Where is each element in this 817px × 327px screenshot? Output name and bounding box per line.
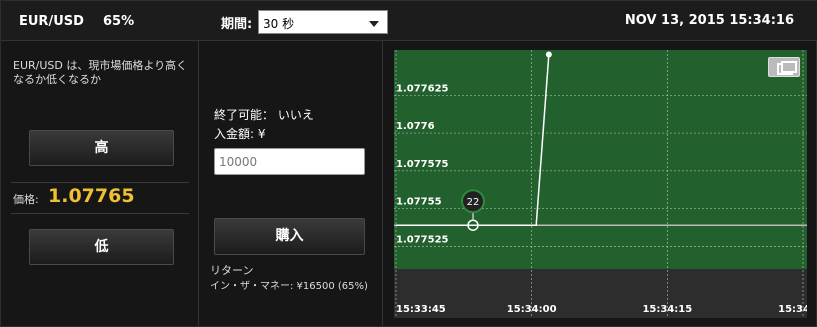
y-tick-label: 1.0776 xyxy=(396,121,435,132)
chart-svg: 1.077625 1.0776 1.077575 1.07755 1.077525 15:… xyxy=(394,50,817,318)
current-datetime: NOV 13, 2015 15:34:16 xyxy=(624,13,794,28)
divider xyxy=(11,182,189,183)
return-value: イン・ザ・マネー: ¥16500 (65%) xyxy=(210,281,368,292)
chevron-down-icon xyxy=(369,21,379,27)
y-tick-label: 1.077625 xyxy=(396,83,449,94)
payout-rate: 65% xyxy=(103,14,135,29)
expand-chart-icon[interactable] xyxy=(768,57,800,77)
y-tick-label: 1.07755 xyxy=(396,197,442,208)
low-button[interactable]: 低 xyxy=(29,229,174,265)
x-tick-label: 15:33:45 xyxy=(396,304,446,315)
x-tick-label: 15:34:00 xyxy=(507,304,557,315)
chart-plot-area xyxy=(394,50,807,269)
period-label: 期間: xyxy=(221,17,253,32)
early-close-status: 終了可能： いいえ xyxy=(214,108,314,122)
header-bar: EUR/USD 65% 期間: 30 秒 NOV 13, 2015 15:34:… xyxy=(1,1,817,41)
instrument-description: EUR/USD は、現市場価格より高くなるか低くなるか xyxy=(13,59,188,86)
countdown-text: 22 xyxy=(467,197,480,208)
return-label: リターン xyxy=(210,264,254,277)
buy-button[interactable]: 購入 xyxy=(214,218,365,255)
deposit-label: 入金額: ¥ xyxy=(214,127,266,141)
x-tick-label: 15:34:30 xyxy=(778,304,807,315)
y-tick-label: 1.077575 xyxy=(396,159,449,170)
price-chart: 1.077625 1.0776 1.077575 1.07755 1.077525 15:… xyxy=(394,50,817,318)
current-price: 1.07765 xyxy=(48,185,135,207)
period-select[interactable]: 30 秒 xyxy=(258,10,388,34)
direction-panel: EUR/USD は、現市場価格より高くなるか低くなるか 高 価格: 1.0776… xyxy=(1,41,199,327)
x-tick-label: 15:34:15 xyxy=(642,304,692,315)
divider xyxy=(11,213,189,214)
y-tick-label: 1.077525 xyxy=(396,234,449,245)
high-button[interactable]: 高 xyxy=(29,130,174,166)
currency-pair: EUR/USD xyxy=(19,14,84,29)
current-price-point xyxy=(545,51,552,58)
period-value: 30 秒 xyxy=(263,17,295,31)
order-panel: 終了可能： いいえ 入金額: ¥ 10000 購入 リターン イン・ザ・マネー:… xyxy=(200,41,383,327)
price-label: 価格: xyxy=(13,193,39,206)
amount-input[interactable]: 10000 xyxy=(214,148,365,175)
chart-lower-band xyxy=(394,269,807,318)
trading-widget: EUR/USD 65% 期間: 30 秒 NOV 13, 2015 15:34:… xyxy=(0,0,817,327)
